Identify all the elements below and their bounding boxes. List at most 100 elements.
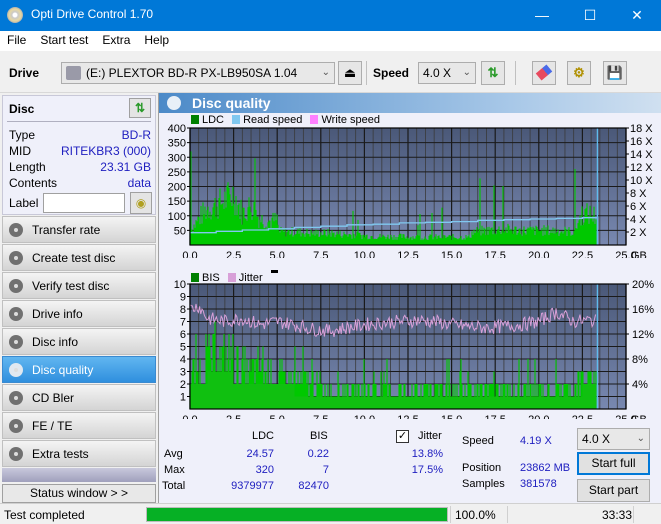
eraser-icon (535, 64, 553, 81)
x-tick-label: 15.0 (441, 250, 462, 258)
nav-transfer-rate[interactable]: Transfer rate (2, 216, 156, 243)
speed-select[interactable]: 4.0 X ⌄ (418, 62, 476, 84)
position-value: 23862 MB (520, 462, 571, 474)
start-part-button[interactable]: Start part (577, 479, 650, 502)
disc-type-label: Type (9, 128, 36, 142)
nav-label: CD Bler (32, 391, 75, 405)
minimize-button[interactable]: — (519, 0, 565, 31)
speed-value: 4.19 X (520, 435, 552, 447)
nav-label: Transfer rate (32, 223, 101, 237)
speed-label: Speed (462, 435, 494, 447)
nav-cd-bler[interactable]: CD Bler (2, 384, 156, 411)
nav-drive-info[interactable]: Drive info (2, 300, 156, 327)
stats-ldc-header: LDC (252, 430, 275, 442)
x-axis-label: GB (631, 250, 647, 258)
divider (7, 121, 151, 122)
y2-tick-label: 8% (632, 354, 648, 366)
eject-button[interactable]: ⏏ (338, 61, 362, 85)
test-speed-select[interactable]: 4.0 X ⌄ (577, 428, 650, 450)
options-button[interactable]: ⚙ (567, 61, 591, 85)
x-tick-label: 5.0 (270, 414, 285, 419)
x-tick-label: 5.0 (270, 250, 285, 258)
nav-verify-test-disc[interactable]: Verify test disc (2, 272, 156, 299)
disc-contents-row: Contents data (9, 176, 151, 192)
y-tick-label: 4 (180, 354, 186, 366)
speed-select-value: 4.0 X (423, 66, 452, 80)
cd-bler-icon (9, 391, 23, 405)
nav-create-test-disc[interactable]: Create test disc (2, 244, 156, 271)
y-tick-label: 8 (180, 304, 186, 316)
nav-extra-tests[interactable]: Extra tests (2, 440, 156, 467)
panel-header: Disc quality (159, 93, 661, 113)
disc-length-label: Length (9, 160, 46, 174)
stats-max-label: Max (164, 464, 185, 476)
extra-tests-icon (9, 447, 23, 461)
maximize-button[interactable]: ☐ (567, 0, 613, 31)
menu-help[interactable]: Help (137, 31, 176, 47)
drive-select[interactable]: (E:) PLEXTOR BD-R PX-LB950SA 1.04 ⌄ (61, 62, 335, 84)
save-button[interactable]: 💾 (603, 61, 627, 85)
chevron-down-icon: ⌄ (462, 67, 471, 78)
y2-tick-label: 14 X (630, 149, 653, 161)
nav-spacer (2, 468, 156, 482)
x-tick-label: 7.5 (313, 414, 328, 419)
x-tick-label: 10.0 (354, 250, 375, 258)
refresh-arrows-icon: ⇅ (487, 65, 499, 80)
x-tick-label: 17.5 (484, 250, 505, 258)
y2-tick-label: 12 X (630, 162, 653, 174)
disc-label-input[interactable] (43, 193, 125, 213)
gears-icon: ⚙ (573, 65, 585, 80)
nav-label: Create test disc (32, 251, 116, 265)
y-tick-label: 50 (174, 225, 186, 237)
drive-info-icon (9, 307, 23, 321)
menu-start-test[interactable]: Start test (33, 31, 95, 47)
x-tick-label: 2.5 (226, 414, 241, 419)
x-tick-label: 20.0 (528, 250, 549, 258)
stats-avg-jitter: 13.8% (411, 448, 443, 460)
y-tick-label: 100 (168, 211, 186, 223)
stats-max-bis: 7 (322, 464, 329, 476)
x-tick-label: 12.5 (397, 250, 418, 258)
divider (507, 506, 508, 523)
x-tick-label: 17.5 (484, 414, 505, 419)
menu-file[interactable]: File (0, 31, 33, 47)
x-tick-label: 22.5 (572, 250, 593, 258)
y-tick-label: 9 (180, 292, 186, 304)
jitter-checkbox[interactable]: ✓ (396, 430, 409, 443)
progress-percent: 100.0% (455, 508, 496, 522)
x-tick-label: 15.0 (441, 414, 462, 419)
start-full-button[interactable]: Start full (577, 452, 650, 475)
x-tick-label: 7.5 (313, 250, 328, 258)
speed-label: Speed (373, 66, 410, 80)
nav-label: Drive info (32, 307, 83, 321)
nav-disc-info[interactable]: Disc info (2, 328, 156, 355)
y2-tick-label: 18 X (630, 123, 653, 135)
stats-total-ldc: 9379977 (231, 480, 274, 492)
nav-disc-quality[interactable]: Disc quality (2, 356, 156, 383)
erase-button[interactable] (532, 61, 556, 85)
status-window-button[interactable]: Status window > > (2, 484, 156, 503)
disc-refresh-button[interactable]: ⇅ (129, 98, 151, 118)
y-tick-label: 3 (180, 367, 186, 379)
stats-total-bis: 82470 (298, 480, 329, 492)
menu-extra[interactable]: Extra (95, 31, 137, 47)
disc-panel-title: Disc (9, 102, 35, 116)
y-tick-label: 200 (168, 182, 186, 194)
elapsed-time: 33:33 (602, 508, 633, 522)
refresh-speed-button[interactable]: ⇅ (481, 61, 505, 85)
y2-tick-label: 8 X (630, 188, 647, 200)
disc-label-button[interactable]: ◉ (130, 192, 152, 214)
disc-length-value: 23.31 GB (100, 160, 151, 174)
app-disc-icon (7, 7, 23, 23)
sidebar: Disc ⇅ Type BD-R MID RITEKBR3 (000) Length… (0, 93, 158, 503)
disc-quality-icon (167, 96, 181, 110)
nav-fe-te[interactable]: FE / TE (2, 412, 156, 439)
transfer-rate-icon (9, 223, 23, 237)
stats-avg-bis: 0.22 (307, 448, 329, 460)
y2-tick-label: 6 X (630, 201, 647, 213)
disc-mid-value: RITEKBR3 (000) (60, 144, 151, 158)
close-button[interactable]: ✕ (614, 0, 660, 31)
disc-length-row: Length 23.31 GB (9, 160, 151, 176)
x-tick-label: 0.0 (182, 414, 197, 419)
test-speed-value: 4.0 X (582, 432, 611, 446)
